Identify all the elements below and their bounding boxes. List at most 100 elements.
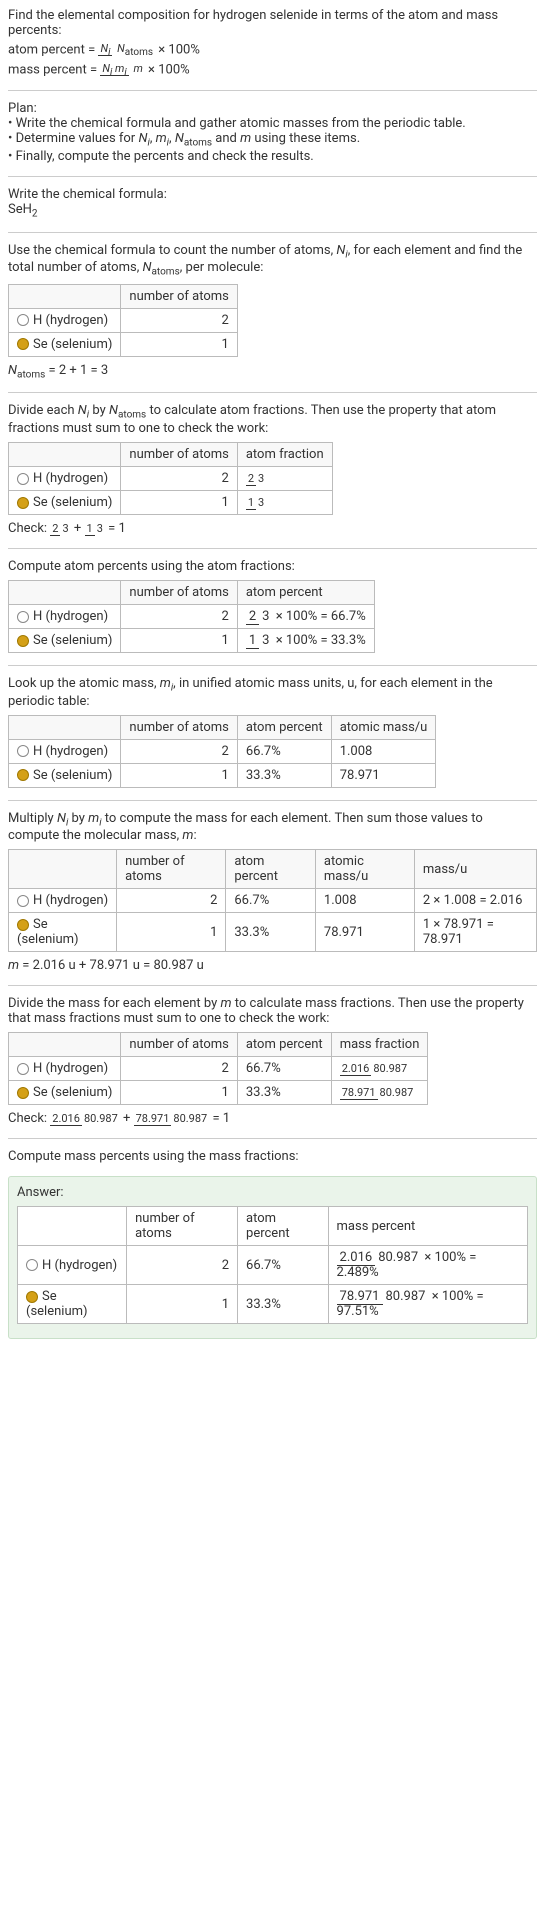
table-header-row: number of atoms <box>9 284 238 308</box>
element-dot-se <box>17 497 29 509</box>
element-dot-se <box>26 1291 38 1303</box>
table-row: H (hydrogen) 2 23 × 100% = 66.7% <box>9 604 375 628</box>
col-header: atom percent <box>226 850 316 889</box>
element-dot-se <box>17 1087 29 1099</box>
formula-section: Write the chemical formula: SeH2 <box>8 187 537 220</box>
element-dot-h <box>17 1063 29 1075</box>
col-header: number of atoms <box>127 1207 238 1246</box>
section-text: Divide each Ni by Natoms to calculate at… <box>8 403 537 436</box>
col-header: number of atoms <box>121 1033 237 1057</box>
mass-percent-section: Compute mass percents using the mass fra… <box>8 1149 537 1164</box>
chemical-formula: SeH2 <box>8 202 537 220</box>
element-dot-se <box>17 635 29 647</box>
mass-calc-table: number of atoms atom percent atomic mass… <box>8 849 537 952</box>
divider <box>8 232 537 233</box>
m-equation: m = 2.016 u + 78.971 u = 80.987 u <box>8 958 537 973</box>
atom-fraction-section: Divide each Ni by Natoms to calculate at… <box>8 403 537 536</box>
divider <box>8 985 537 986</box>
section-text: Compute atom percents using the atom fra… <box>8 559 537 574</box>
check-equation: Check: 2.01680.987 + 78.97180.987 = 1 <box>8 1111 537 1126</box>
table-row: Se (selenium) 1 <box>9 332 238 356</box>
col-header: atomic mass/u <box>331 715 436 739</box>
atom-fraction-table: number of atoms atom fraction H (hydroge… <box>8 442 333 515</box>
divider <box>8 176 537 177</box>
mass-lookup-table: number of atoms atom percent atomic mass… <box>8 715 436 788</box>
table-row: Se (selenium) 1 13 × 100% = 33.3% <box>9 629 375 653</box>
table-row: H (hydrogen) 2 66.7% 1.008 2 × 1.008 = 2… <box>9 889 537 913</box>
element-dot-h <box>17 895 29 907</box>
section-text: Compute mass percents using the mass fra… <box>8 1149 537 1164</box>
element-dot-h <box>26 1259 38 1271</box>
col-header: atom percent <box>237 715 331 739</box>
divider <box>8 90 537 91</box>
divider <box>8 800 537 801</box>
col-header: number of atoms <box>121 442 237 466</box>
mass-percent-formula: mass percent = Ni mi m × 100% <box>8 62 537 78</box>
table-row: Se (selenium) 1 33.3% 78.97180.987 × 100… <box>18 1285 528 1324</box>
table-row: H (hydrogen) 2 66.7% 2.01680.987 <box>9 1057 428 1081</box>
table-header-row: number of atoms atom percent <box>9 580 375 604</box>
fraction: Ni Natoms <box>98 42 155 58</box>
col-header: atom percent <box>238 1207 329 1246</box>
table-header-row: number of atoms atom percent mass fracti… <box>9 1033 428 1057</box>
table-header-row: number of atoms atom fraction <box>9 442 333 466</box>
divider <box>8 1138 537 1139</box>
mass-calc-section: Multiply Ni by mi to compute the mass fo… <box>8 811 537 974</box>
atom-percent-section: Compute atom percents using the atom fra… <box>8 559 537 653</box>
answer-box: Answer: number of atoms atom percent mas… <box>8 1176 537 1339</box>
table-row: H (hydrogen) 2 23 <box>9 466 333 490</box>
col-header: number of atoms <box>121 715 237 739</box>
element-dot-h <box>17 745 29 757</box>
count-table: number of atoms H (hydrogen) 2 Se (selen… <box>8 284 238 357</box>
plan-section: Plan: • Write the chemical formula and g… <box>8 101 537 164</box>
element-dot-h <box>17 314 29 326</box>
col-header: number of atoms <box>121 580 237 604</box>
plan-heading: Plan: <box>8 101 537 116</box>
plan-bullet: • Write the chemical formula and gather … <box>8 116 537 131</box>
col-header: mass/u <box>414 850 536 889</box>
table-row: Se (selenium) 1 33.3% 78.97180.987 <box>9 1081 428 1105</box>
col-header: atomic mass/u <box>315 850 414 889</box>
table-header-row: number of atoms atom percent atomic mass… <box>9 715 436 739</box>
table-row: H (hydrogen) 2 66.7% 1.008 <box>9 739 436 763</box>
table-row: H (hydrogen) 2 <box>9 308 238 332</box>
col-header: mass percent <box>328 1207 527 1246</box>
table-header-row: number of atoms atom percent atomic mass… <box>9 850 537 889</box>
section-text: Divide the mass for each element by m to… <box>8 996 537 1026</box>
intro-title: Find the elemental composition for hydro… <box>8 8 537 38</box>
fraction: Ni mi m <box>100 62 145 78</box>
element-dot-h <box>17 611 29 623</box>
mass-lookup-section: Look up the atomic mass, mi, in unified … <box>8 676 537 788</box>
plan-bullet: • Finally, compute the percents and chec… <box>8 149 537 164</box>
check-equation: Check: 23 + 13 = 1 <box>8 521 537 536</box>
formula-heading: Write the chemical formula: <box>8 187 537 202</box>
col-header: mass fraction <box>331 1033 428 1057</box>
section-text: Look up the atomic mass, mi, in unified … <box>8 676 537 709</box>
table-row: Se (selenium) 1 33.3% 78.971 1 × 78.971 … <box>9 913 537 952</box>
divider <box>8 548 537 549</box>
col-header: number of atoms <box>117 850 226 889</box>
intro-section: Find the elemental composition for hydro… <box>8 8 537 78</box>
table-row: Se (selenium) 1 33.3% 78.971 <box>9 763 436 787</box>
col-header: atom percent <box>237 580 374 604</box>
section-text: Multiply Ni by mi to compute the mass fo… <box>8 811 537 844</box>
table-row: Se (selenium) 1 13 <box>9 490 333 514</box>
table-header-row: number of atoms atom percent mass percen… <box>18 1207 528 1246</box>
atom-percent-formula: atom percent = Ni Natoms × 100% <box>8 42 537 58</box>
element-dot-se <box>17 769 29 781</box>
divider <box>8 665 537 666</box>
natoms-equation: Natoms = 2 + 1 = 3 <box>8 363 537 381</box>
divider <box>8 392 537 393</box>
col-header: number of atoms <box>121 284 237 308</box>
answer-heading: Answer: <box>17 1185 528 1200</box>
element-dot-h <box>17 473 29 485</box>
col-header: atom fraction <box>237 442 332 466</box>
element-dot-se <box>17 338 29 350</box>
answer-table: number of atoms atom percent mass percen… <box>17 1206 528 1324</box>
col-header: atom percent <box>237 1033 331 1057</box>
count-section: Use the chemical formula to count the nu… <box>8 243 537 381</box>
atom-percent-table: number of atoms atom percent H (hydrogen… <box>8 580 375 653</box>
mass-fraction-section: Divide the mass for each element by m to… <box>8 996 537 1126</box>
table-row: H (hydrogen) 2 66.7% 2.01680.987 × 100% … <box>18 1246 528 1285</box>
mass-fraction-table: number of atoms atom percent mass fracti… <box>8 1032 428 1105</box>
